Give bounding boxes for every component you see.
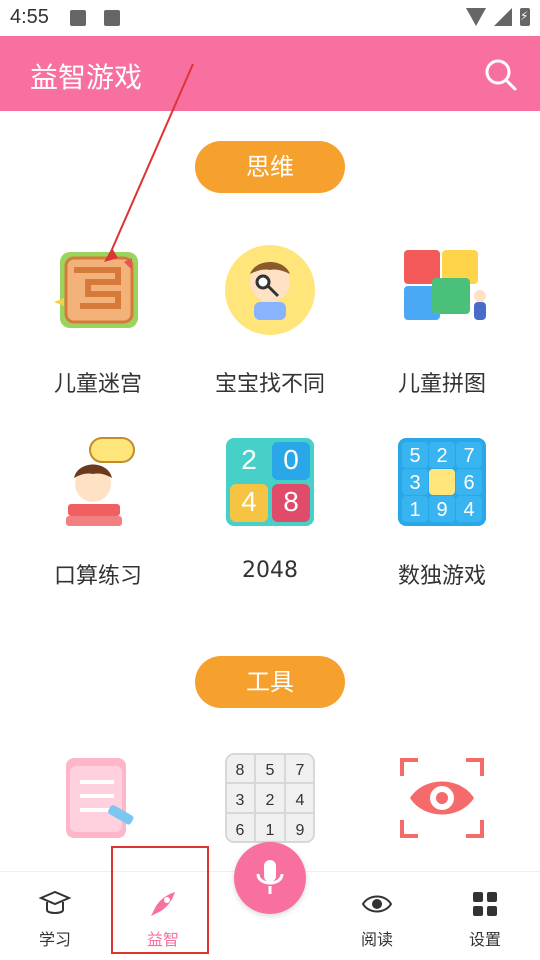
annotation-arrow: [104, 63, 194, 262]
